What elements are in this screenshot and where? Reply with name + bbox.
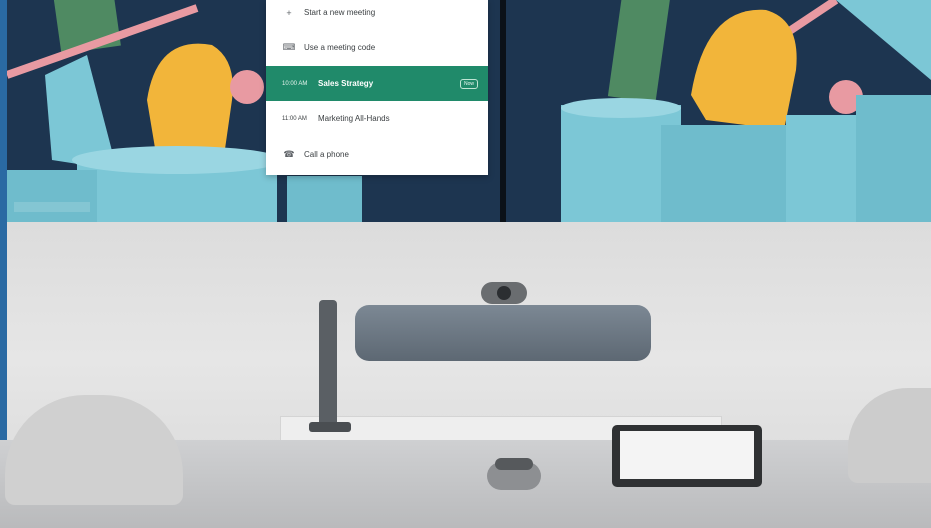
mic-top bbox=[495, 458, 533, 470]
webcam bbox=[481, 282, 527, 304]
use-meeting-code-item[interactable]: ⌨ Use a meeting code bbox=[266, 30, 488, 65]
tall-device bbox=[319, 300, 337, 432]
right-display bbox=[506, 0, 931, 222]
menu-item-label: Start a new meeting bbox=[304, 8, 376, 17]
soundbar-speaker bbox=[355, 305, 651, 361]
camera-lens bbox=[497, 286, 511, 300]
meeting-marketing-all-hands-item[interactable]: 11:00 AM Marketing All-Hands bbox=[266, 101, 488, 136]
right-display-artwork bbox=[506, 0, 931, 222]
start-new-meeting-item[interactable]: + Start a new meeting bbox=[266, 0, 488, 30]
meeting-title: Marketing All-Hands bbox=[318, 114, 390, 123]
phone-icon: ☎ bbox=[283, 149, 295, 159]
status-strip bbox=[14, 202, 90, 212]
now-badge: Now bbox=[459, 78, 478, 89]
call-a-phone-item[interactable]: ☎ Call a phone bbox=[266, 137, 488, 172]
keyboard-icon: ⌨ bbox=[282, 42, 296, 52]
meeting-menu: + Start a new meeting ⌨ Use a meeting co… bbox=[266, 0, 488, 175]
tablet-screen bbox=[620, 431, 754, 479]
meeting-title: Sales Strategy bbox=[318, 79, 374, 88]
meeting-sales-strategy-item[interactable]: 10:00 AM Sales Strategy Now bbox=[266, 66, 488, 101]
meeting-time: 10:00 AM bbox=[282, 80, 308, 87]
menu-item-label: Call a phone bbox=[304, 150, 349, 159]
plus-icon: + bbox=[286, 7, 292, 18]
meeting-time: 11:00 AM bbox=[282, 115, 307, 122]
menu-item-label: Use a meeting code bbox=[304, 43, 376, 52]
conference-room-scene: + Start a new meeting ⌨ Use a meeting co… bbox=[0, 0, 931, 528]
tall-device-base bbox=[309, 422, 351, 432]
